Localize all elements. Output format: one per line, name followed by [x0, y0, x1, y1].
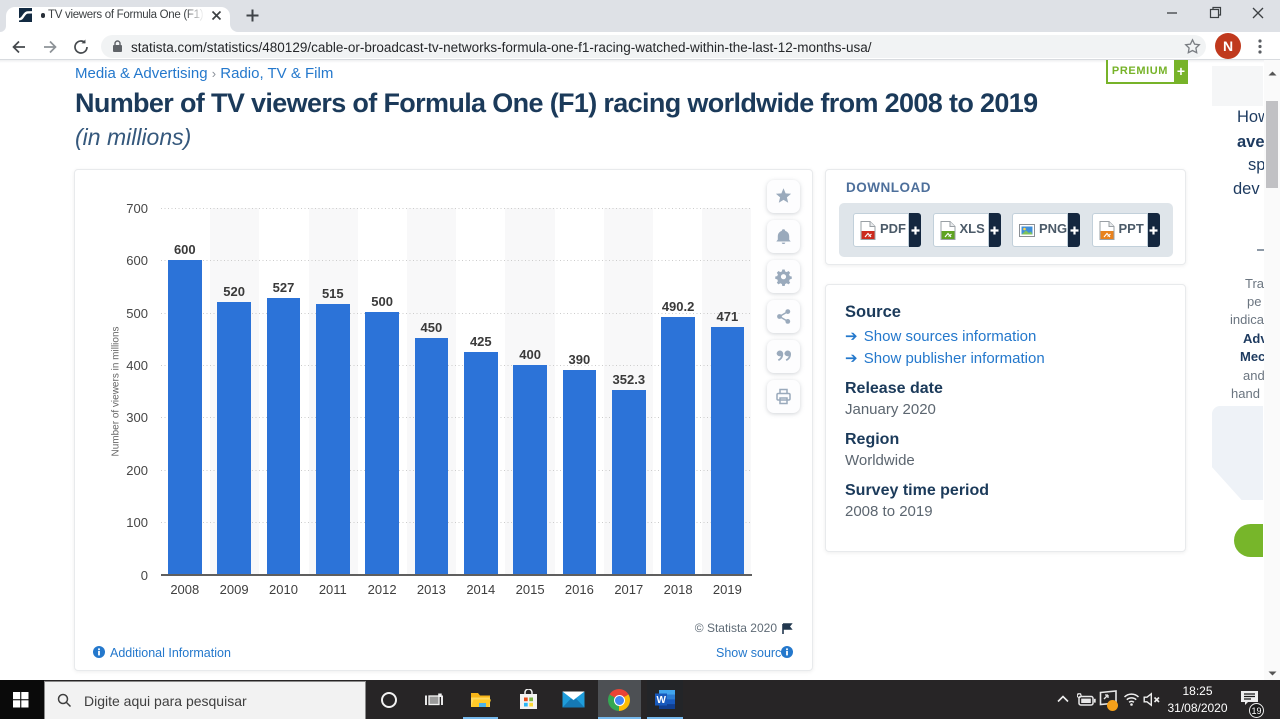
svg-text:W: W: [657, 695, 667, 706]
